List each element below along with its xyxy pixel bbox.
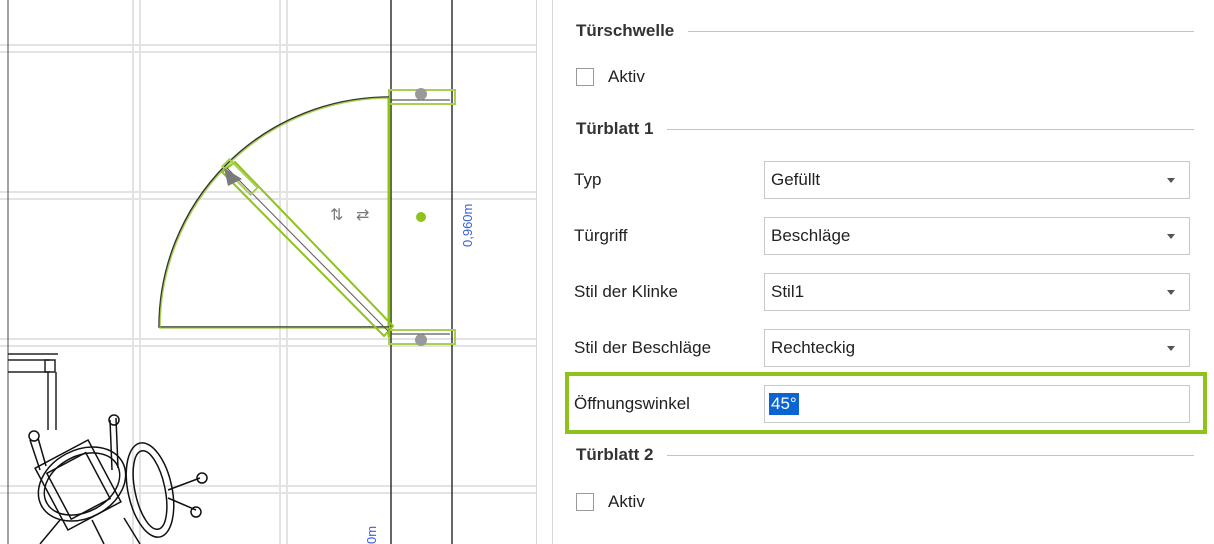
- type-label: Typ: [574, 170, 602, 189]
- grip-center[interactable]: [416, 212, 426, 222]
- hardware-style-label: Stil der Beschläge: [574, 338, 712, 357]
- section-divider: [667, 128, 1194, 130]
- grip-bottom[interactable]: [415, 334, 427, 346]
- desk[interactable]: [8, 353, 58, 430]
- opening-angle-value: 45°: [769, 393, 799, 415]
- threshold-active-label: Aktiv: [608, 67, 645, 86]
- chevron-down-icon: [1167, 345, 1175, 351]
- leaf2-active-label: Aktiv: [608, 492, 645, 511]
- wall[interactable]: [7, 0, 453, 544]
- door-leaf[interactable]: [220, 157, 395, 338]
- handle-label: Türgriff: [574, 226, 628, 245]
- door-swing-arc: [158, 96, 390, 328]
- handle-style-label: Stil der Klinke: [574, 282, 678, 301]
- pane-divider[interactable]: [536, 0, 537, 544]
- flip-vertical-icon[interactable]: ⇅: [330, 205, 343, 225]
- properties-panel: Türschwelle Aktiv Türblatt 1 Typ Gefüllt…: [552, 0, 1214, 544]
- handle-value: Beschläge: [771, 226, 851, 245]
- opening-angle-input[interactable]: 45°: [764, 385, 1190, 423]
- handle-style-value: Stil1: [771, 282, 805, 301]
- type-dropdown[interactable]: Gefüllt: [764, 161, 1190, 199]
- handle-dropdown[interactable]: Beschläge: [764, 217, 1190, 255]
- opening-angle-label: Öffnungswinkel: [574, 394, 690, 413]
- section-threshold: Türschwelle: [576, 19, 1194, 43]
- hardware-style-value: Rechteckig: [771, 338, 856, 357]
- threshold-active-checkbox[interactable]: [576, 68, 594, 86]
- chevron-down-icon: [1167, 289, 1175, 295]
- section-title-leaf2: Türblatt 2: [576, 445, 654, 464]
- type-value: Gefüllt: [771, 170, 821, 189]
- section-divider: [667, 454, 1194, 456]
- flip-horizontal-icon[interactable]: ⇄: [356, 205, 369, 225]
- leaf2-active-row[interactable]: Aktiv: [576, 490, 645, 514]
- section-leaf1: Türblatt 1: [576, 117, 1194, 141]
- section-divider: [688, 30, 1194, 32]
- chevron-down-icon: [1167, 177, 1175, 183]
- threshold-active-row[interactable]: Aktiv: [576, 65, 645, 89]
- section-title-leaf1: Türblatt 1: [576, 119, 654, 138]
- section-title-threshold: Türschwelle: [576, 21, 675, 40]
- grid-lines: [0, 0, 536, 544]
- leaf2-active-checkbox[interactable]: [576, 493, 594, 511]
- dimension-label: 0,960m: [460, 203, 475, 247]
- chevron-down-icon: [1167, 233, 1175, 239]
- floor-plan-canvas[interactable]: ⇅ ⇄ 0,960m 0m: [0, 0, 536, 544]
- section-leaf2: Türblatt 2: [576, 443, 1194, 467]
- handle-style-dropdown[interactable]: Stil1: [764, 273, 1190, 311]
- dimension-label-partial: 0m: [364, 525, 379, 544]
- hardware-style-dropdown[interactable]: Rechteckig: [764, 329, 1190, 367]
- grip-top[interactable]: [415, 88, 427, 100]
- office-chair[interactable]: [25, 414, 208, 544]
- floor-plan-drawing[interactable]: [0, 0, 536, 544]
